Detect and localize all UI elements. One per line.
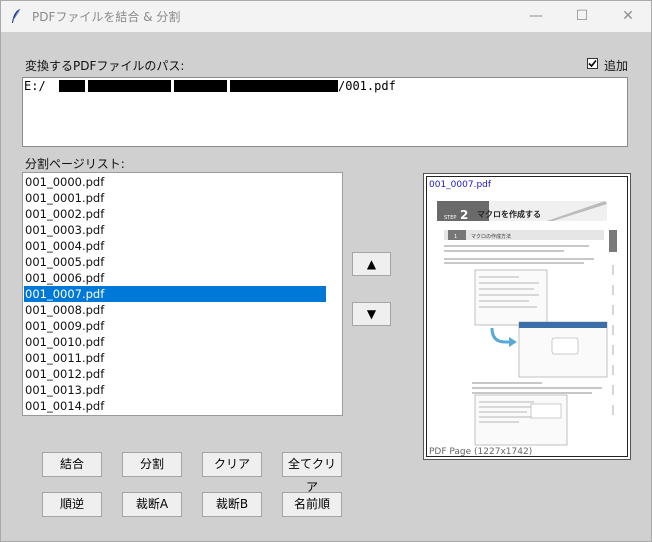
down-arrow-icon: ▼	[366, 307, 377, 321]
title-bar[interactable]: PDFファイルを結合 & 分割 — ☐ ✕	[1, 1, 651, 32]
clear-button[interactable]: クリア	[202, 452, 262, 477]
merge-button[interactable]: 結合	[42, 452, 102, 477]
move-up-button[interactable]: ▲	[352, 252, 391, 276]
redacted-segment	[174, 80, 227, 92]
redacted-segment	[59, 80, 85, 92]
page-listbox[interactable]: 001_0000.pdf 001_0001.pdf 001_0002.pdf 001_…	[22, 172, 343, 416]
redacted-segment	[88, 80, 171, 92]
list-item[interactable]: 001_0008.pdf	[24, 302, 326, 318]
checkmark-icon	[588, 59, 597, 68]
section-number: 1	[454, 234, 457, 240]
cut-a-button[interactable]: 裁断A	[122, 492, 182, 517]
minimize-button[interactable]: —	[513, 1, 559, 32]
reverse-order-button[interactable]: 順逆	[42, 492, 102, 517]
step-number: 2	[460, 208, 468, 222]
preview-panel: 001_0007.pdf STEP 2 マクロを作成する 1 マクロの作成方法 …	[423, 173, 631, 460]
move-down-button[interactable]: ▼	[352, 302, 391, 326]
append-label: 追加	[604, 59, 629, 73]
feather-icon	[12, 8, 21, 23]
close-button[interactable]: ✕	[605, 1, 651, 32]
sort-by-name-button[interactable]: 名前順	[282, 492, 342, 517]
list-item[interactable]: 001_0014.pdf	[24, 398, 326, 414]
list-item[interactable]: 001_0004.pdf	[24, 238, 326, 254]
up-arrow-icon: ▲	[366, 257, 377, 271]
minimize-icon: —	[529, 8, 543, 24]
list-item[interactable]: 001_0005.pdf	[24, 254, 326, 270]
path-label: 変換するPDFファイルのパス:	[25, 59, 185, 73]
window-title: PDFファイルを結合 & 分割	[32, 10, 181, 24]
clear-all-button[interactable]: 全てクリア	[282, 452, 342, 494]
list-item[interactable]: 001_0007.pdf	[24, 286, 326, 302]
split-button[interactable]: 分割	[122, 452, 182, 477]
step-label: STEP	[444, 215, 456, 221]
list-item[interactable]: 001_0000.pdf	[24, 174, 326, 190]
close-icon: ✕	[622, 8, 634, 24]
preview-canvas: 001_0007.pdf STEP 2 マクロを作成する 1 マクロの作成方法 …	[426, 176, 628, 457]
path-prefix: E:/	[24, 79, 46, 93]
list-item[interactable]: 001_0010.pdf	[24, 334, 326, 350]
list-item[interactable]: 001_0001.pdf	[24, 190, 326, 206]
list-item[interactable]: 001_0013.pdf	[24, 382, 326, 398]
path-suffix: /001.pdf	[338, 79, 396, 93]
section-title: マクロの作成方法	[471, 233, 511, 240]
preview-filename: 001_0007.pdf	[429, 180, 492, 190]
maximize-button[interactable]: ☐	[559, 1, 605, 32]
page-heading: マクロを作成する	[477, 209, 541, 219]
list-item[interactable]: 001_0002.pdf	[24, 206, 326, 222]
list-item[interactable]: 001_0003.pdf	[24, 222, 326, 238]
list-item[interactable]: 001_0006.pdf	[24, 270, 326, 286]
path-input[interactable]: E:/ /001.pdf	[22, 77, 628, 147]
redacted-segment	[230, 80, 338, 92]
cut-b-button[interactable]: 裁断B	[202, 492, 262, 517]
preview-info: PDF Page (1227x1742)	[429, 447, 533, 457]
list-item[interactable]: 001_0012.pdf	[24, 366, 326, 382]
list-item[interactable]: 001_0011.pdf	[24, 350, 326, 366]
append-checkbox[interactable]	[587, 58, 598, 69]
page-list-label: 分割ページリスト:	[25, 157, 125, 171]
app-window: PDFファイルを結合 & 分割 — ☐ ✕ 変換するPDFファイルのパス: 追加…	[0, 0, 652, 542]
maximize-icon: ☐	[575, 8, 589, 24]
list-item[interactable]: 001_0009.pdf	[24, 318, 326, 334]
page-thumbnail: STEP 2 マクロを作成する 1 マクロの作成方法	[437, 201, 617, 446]
